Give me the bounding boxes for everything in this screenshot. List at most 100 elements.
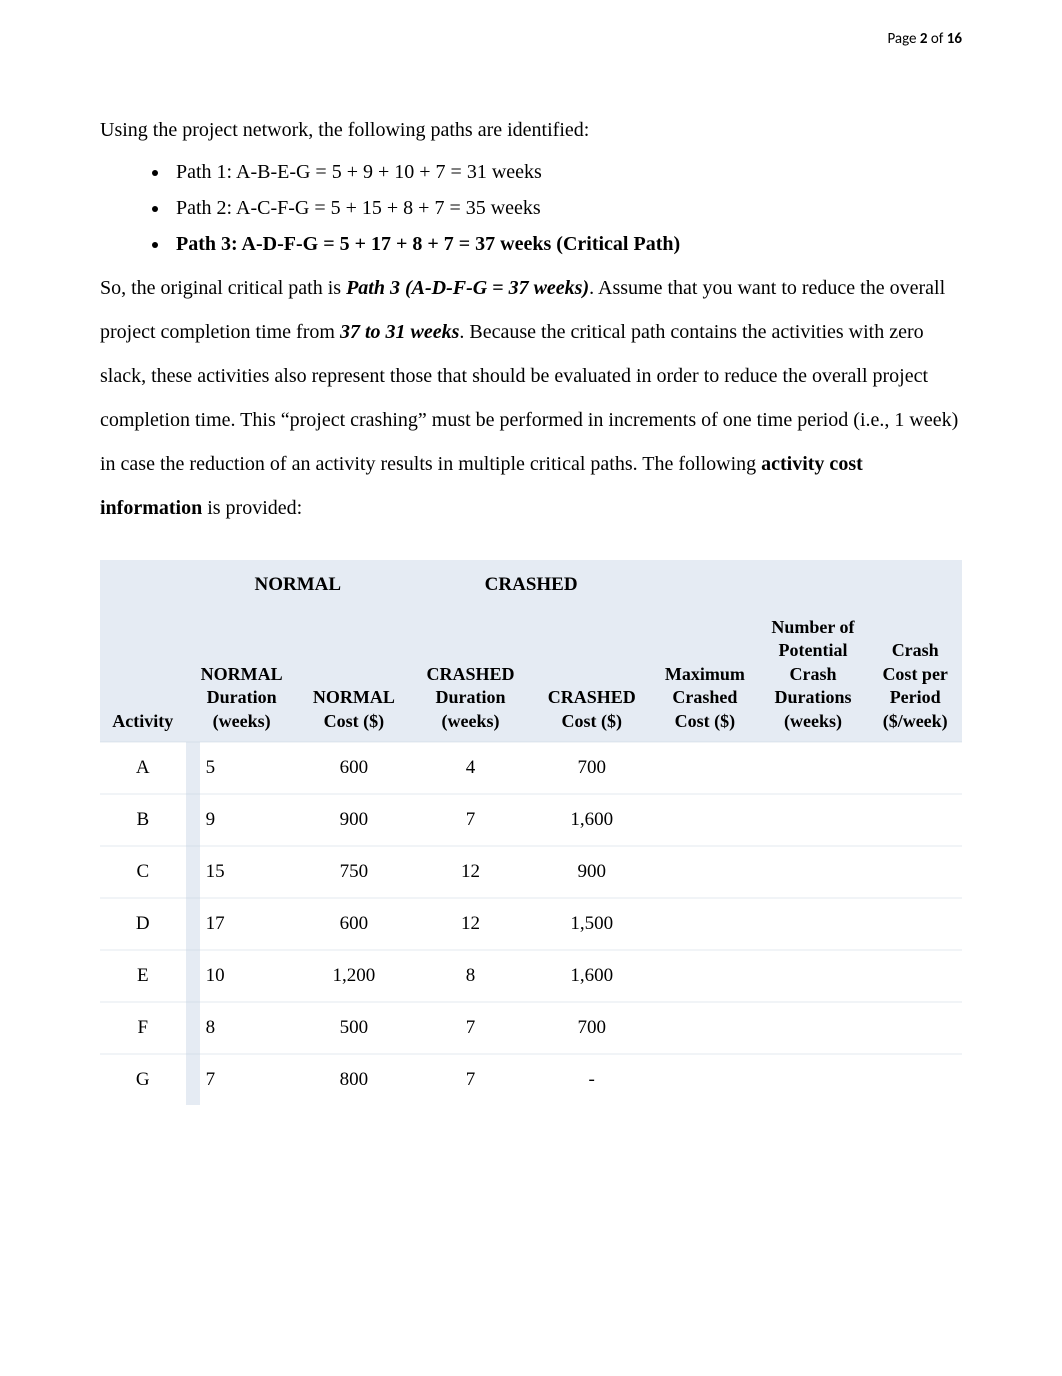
cell-npcd	[758, 846, 869, 898]
page-number: Page 2 of 16	[887, 30, 962, 48]
cell-activity: C	[100, 846, 186, 898]
cell-ccpp	[868, 950, 962, 1002]
cell-ndur: 9	[186, 794, 298, 846]
h-ndur: NORMAL Duration (weeks)	[186, 610, 298, 742]
group-normal: NORMAL	[186, 560, 410, 610]
cell-cdur: 4	[410, 742, 531, 794]
cell-ccost: 1,600	[531, 950, 652, 1002]
cell-ccpp	[868, 794, 962, 846]
cell-ndur: 8	[186, 1002, 298, 1054]
cell-ccpp	[868, 1054, 962, 1105]
group-blank-activity	[100, 560, 186, 610]
body-text: Using the project network, the following…	[100, 110, 962, 1105]
cell-ccpp	[868, 742, 962, 794]
cell-activity: A	[100, 742, 186, 794]
cell-maxcc	[652, 846, 757, 898]
cell-ccost: 1,600	[531, 794, 652, 846]
page-prefix: Page	[887, 30, 919, 48]
h-npcd: Number of Potential Crash Durations (wee…	[758, 610, 869, 742]
cell-ccost: 900	[531, 846, 652, 898]
table-row: D 17 600 12 1,500	[100, 898, 962, 950]
table-row: C 15 750 12 900	[100, 846, 962, 898]
cell-maxcc	[652, 1054, 757, 1105]
page-total: 16	[947, 30, 962, 48]
cell-cdur: 8	[410, 950, 531, 1002]
table-body: A 5 600 4 700 B 9 900 7 1,600	[100, 742, 962, 1105]
table-row: G 7 800 7 -	[100, 1054, 962, 1105]
group-crashed: CRASHED	[410, 560, 652, 610]
cell-ndur: 5	[186, 742, 298, 794]
cell-cdur: 12	[410, 898, 531, 950]
cell-ccost: -	[531, 1054, 652, 1105]
cell-ndur: 10	[186, 950, 298, 1002]
cell-ccost: 1,500	[531, 898, 652, 950]
table-row: B 9 900 7 1,600	[100, 794, 962, 846]
explanation-paragraph: So, the original critical path is Path 3…	[100, 266, 962, 530]
h-activity: Activity	[100, 610, 186, 742]
cell-cdur: 7	[410, 794, 531, 846]
cost-table: NORMAL CRASHED Activity NORMAL Duration …	[100, 560, 962, 1105]
cell-npcd	[758, 1002, 869, 1054]
cell-maxcc	[652, 898, 757, 950]
path-item-2: Path 2: A-C-F-G = 5 + 15 + 8 + 7 = 35 we…	[170, 190, 962, 226]
page-current: 2	[920, 30, 928, 48]
cell-npcd	[758, 950, 869, 1002]
h-cdur: CRASHED Duration (weeks)	[410, 610, 531, 742]
cell-maxcc	[652, 794, 757, 846]
path-list: Path 1: A-B-E-G = 5 + 9 + 10 + 7 = 31 we…	[100, 154, 962, 262]
cell-ncost: 900	[298, 794, 410, 846]
table-header-row: Activity NORMAL Duration (weeks) NORMAL …	[100, 610, 962, 742]
group-blank-maxcc	[652, 560, 757, 610]
cell-npcd	[758, 1054, 869, 1105]
cell-ncost: 600	[298, 742, 410, 794]
intro-line: Using the project network, the following…	[100, 110, 962, 150]
h-ccost: CRASHED Cost ($)	[531, 610, 652, 742]
page-sep: of	[928, 30, 947, 48]
cell-ccpp	[868, 898, 962, 950]
group-blank-npcd	[758, 560, 869, 610]
cell-ndur: 15	[186, 846, 298, 898]
para-t4: is provided:	[202, 497, 302, 519]
para-t1: So, the original critical path is	[100, 277, 346, 299]
cell-ncost: 600	[298, 898, 410, 950]
group-blank-ccpp	[868, 560, 962, 610]
h-maxcc: Maximum Crashed Cost ($)	[652, 610, 757, 742]
cell-ccpp	[868, 846, 962, 898]
cell-ccpp	[868, 1002, 962, 1054]
para-critical: Path 3 (A-D-F-G = 37 weeks)	[346, 277, 589, 299]
path-item-1: Path 1: A-B-E-G = 5 + 9 + 10 + 7 = 31 we…	[170, 154, 962, 190]
path-item-3: Path 3: A-D-F-G = 5 + 17 + 8 + 7 = 37 we…	[170, 226, 962, 262]
cell-maxcc	[652, 1002, 757, 1054]
page: Page 2 of 16 Using the project network, …	[0, 0, 1062, 1376]
cell-maxcc	[652, 950, 757, 1002]
cell-ndur: 7	[186, 1054, 298, 1105]
cell-activity: F	[100, 1002, 186, 1054]
cell-ncost: 800	[298, 1054, 410, 1105]
table-row: A 5 600 4 700	[100, 742, 962, 794]
cost-table-wrap: NORMAL CRASHED Activity NORMAL Duration …	[100, 560, 962, 1105]
h-ccpp: Crash Cost per Period ($/week)	[868, 610, 962, 742]
cell-npcd	[758, 898, 869, 950]
cell-npcd	[758, 742, 869, 794]
cell-ndur: 17	[186, 898, 298, 950]
para-reduce: 37 to 31 weeks	[340, 321, 459, 343]
table-row: F 8 500 7 700	[100, 1002, 962, 1054]
cell-ncost: 750	[298, 846, 410, 898]
cell-cdur: 7	[410, 1054, 531, 1105]
cell-ccost: 700	[531, 742, 652, 794]
cell-activity: E	[100, 950, 186, 1002]
cell-ncost: 500	[298, 1002, 410, 1054]
h-ncost: NORMAL Cost ($)	[298, 610, 410, 742]
cell-activity: B	[100, 794, 186, 846]
para-t3: . Because the critical path contains the…	[100, 321, 958, 475]
table-row: E 10 1,200 8 1,600	[100, 950, 962, 1002]
cell-ncost: 1,200	[298, 950, 410, 1002]
table-group-row: NORMAL CRASHED	[100, 560, 962, 610]
cell-activity: G	[100, 1054, 186, 1105]
cell-cdur: 12	[410, 846, 531, 898]
cell-ccost: 700	[531, 1002, 652, 1054]
cell-cdur: 7	[410, 1002, 531, 1054]
cell-maxcc	[652, 742, 757, 794]
cell-activity: D	[100, 898, 186, 950]
cell-npcd	[758, 794, 869, 846]
